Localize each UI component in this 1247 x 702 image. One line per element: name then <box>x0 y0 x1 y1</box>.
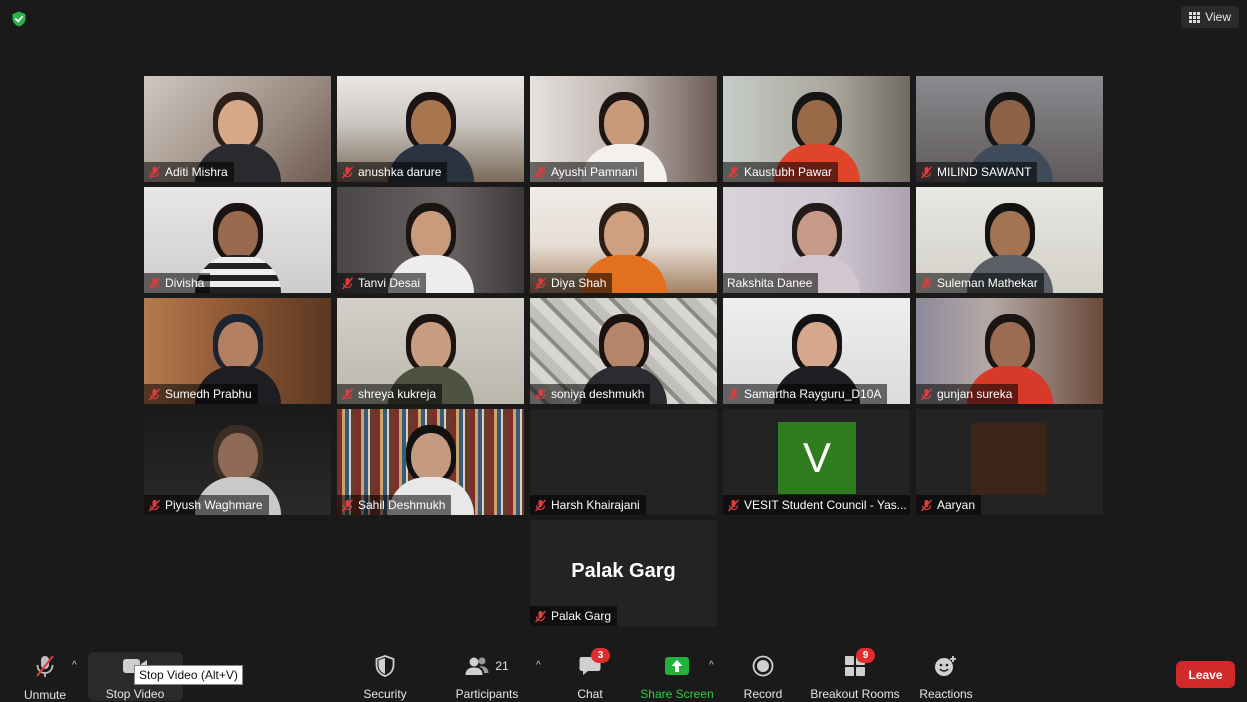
chat-label: Chat <box>577 687 603 701</box>
video-tile[interactable]: MILIND SAWANT <box>916 76 1103 182</box>
muted-mic-icon <box>148 277 161 289</box>
avatar <box>971 423 1047 495</box>
record-label: Record <box>743 687 783 701</box>
muted-mic-icon <box>148 388 161 400</box>
video-tile[interactable]: Samartha Rayguru_D10A <box>723 298 910 404</box>
name-tag: soniya deshmukh <box>530 384 651 404</box>
name-tag: Piyush Waghmare <box>144 495 269 515</box>
video-tile[interactable]: Sahil Deshmukh <box>337 409 524 515</box>
name-tag: shreya kukreja <box>337 384 443 404</box>
video-tile[interactable]: Harsh Khairajani <box>530 409 717 515</box>
name-tag: Suleman Mathekar <box>916 273 1044 293</box>
muted-mic-icon <box>534 166 547 178</box>
stop-video-label: Stop Video <box>105 687 165 701</box>
muted-mic-icon <box>341 499 354 511</box>
participants-label: Participants <box>455 687 519 701</box>
name-tag: Samartha Rayguru_D10A <box>723 384 888 404</box>
name-tag: Aaryan <box>916 495 982 515</box>
video-tile[interactable]: gunjan sureka <box>916 298 1103 404</box>
avatar: V <box>778 422 856 494</box>
name-tag: Rakshita Danee <box>723 273 819 293</box>
name-tag: Palak Garg <box>530 606 618 626</box>
reactions-button[interactable]: Reactions <box>916 644 976 701</box>
participant-display-name: Palak Garg <box>571 560 676 582</box>
name-tag: Tanvi Desai <box>337 273 427 293</box>
name-tag: Divisha <box>144 273 211 293</box>
muted-mic-icon <box>36 655 54 677</box>
muted-mic-icon <box>534 277 547 289</box>
video-tile[interactable]: Aditi Mishra <box>144 76 331 182</box>
video-tile[interactable]: Divisha <box>144 187 331 293</box>
reactions-smiley-icon <box>935 655 956 676</box>
muted-mic-icon <box>920 166 933 178</box>
name-tag: VESIT Student Council - Yas... <box>723 495 910 515</box>
name-tag: Kaustubh Pawar <box>723 162 839 182</box>
share-screen-label: Share Screen <box>640 687 714 701</box>
muted-mic-icon <box>534 499 547 511</box>
name-tag: Sumedh Prabhu <box>144 384 258 404</box>
muted-mic-icon <box>341 388 354 400</box>
share-screen-options-caret[interactable]: ^ <box>709 660 714 671</box>
unmute-button[interactable]: Unmute <box>20 644 70 702</box>
video-tile[interactable]: Sumedh Prabhu <box>144 298 331 404</box>
video-tile[interactable]: Ayushi Pamnani <box>530 76 717 182</box>
chat-button[interactable]: 3 Chat <box>570 644 610 701</box>
breakout-rooms-label: Breakout Rooms <box>810 687 900 701</box>
unmute-label: Unmute <box>23 688 67 702</box>
name-tag: Aditi Mishra <box>144 162 234 182</box>
video-tile[interactable]: shreya kukreja <box>337 298 524 404</box>
video-tile[interactable]: V VESIT Student Council - Yas... <box>723 409 910 515</box>
share-screen-button[interactable]: Share Screen <box>639 644 715 701</box>
share-screen-arrow-icon <box>665 656 689 675</box>
breakout-badge: 9 <box>856 648 875 663</box>
video-tile[interactable]: Suleman Mathekar <box>916 187 1103 293</box>
record-icon <box>752 655 774 676</box>
participants-button[interactable]: 21 Participants <box>452 644 522 701</box>
muted-mic-icon <box>148 499 161 511</box>
muted-mic-icon <box>727 388 740 400</box>
video-tile[interactable]: Tanvi Desai <box>337 187 524 293</box>
name-tag: MILIND SAWANT <box>916 162 1038 182</box>
breakout-rooms-button[interactable]: 9 Breakout Rooms <box>808 644 902 701</box>
muted-mic-icon <box>341 277 354 289</box>
name-tag: anushka darure <box>337 162 448 182</box>
record-button[interactable]: Record <box>738 644 788 701</box>
participants-icon <box>465 657 489 675</box>
muted-mic-icon <box>920 388 933 400</box>
chat-badge: 3 <box>591 648 610 663</box>
video-tile[interactable]: soniya deshmukh <box>530 298 717 404</box>
muted-mic-icon <box>341 166 354 178</box>
reactions-label: Reactions <box>919 687 973 701</box>
muted-mic-icon <box>534 388 547 400</box>
video-tile[interactable]: Piyush Waghmare <box>144 409 331 515</box>
name-tag: Ayushi Pamnani <box>530 162 644 182</box>
video-tile[interactable]: Diya Shah <box>530 187 717 293</box>
stop-video-tooltip: Stop Video (Alt+V) <box>134 665 243 685</box>
audio-options-caret[interactable]: ^ <box>72 660 77 671</box>
muted-mic-icon <box>727 499 740 511</box>
muted-mic-icon <box>534 610 547 622</box>
muted-mic-icon <box>920 277 933 289</box>
video-tile[interactable]: Palak Garg Palak Garg <box>530 520 717 626</box>
security-button[interactable]: Security <box>355 644 415 701</box>
participants-options-caret[interactable]: ^ <box>536 660 541 671</box>
leave-button[interactable]: Leave <box>1176 661 1235 688</box>
name-tag: Sahil Deshmukh <box>337 495 452 515</box>
muted-mic-icon <box>727 166 740 178</box>
security-label: Security <box>363 687 407 701</box>
security-shield-icon <box>375 654 395 677</box>
video-tile[interactable]: Kaustubh Pawar <box>723 76 910 182</box>
video-tile[interactable]: Aaryan <box>916 409 1103 515</box>
muted-mic-icon <box>920 499 933 511</box>
video-grid: Aditi Mishra anushka darure Ayushi Pamna… <box>0 0 1247 640</box>
participants-count: 21 <box>495 658 509 673</box>
muted-mic-icon <box>148 166 161 178</box>
name-tag: gunjan sureka <box>916 384 1019 404</box>
video-tile-active-speaker[interactable]: Rakshita Danee <box>723 187 910 293</box>
name-tag: Diya Shah <box>530 273 613 293</box>
video-tile[interactable]: anushka darure <box>337 76 524 182</box>
name-tag: Harsh Khairajani <box>530 495 646 515</box>
